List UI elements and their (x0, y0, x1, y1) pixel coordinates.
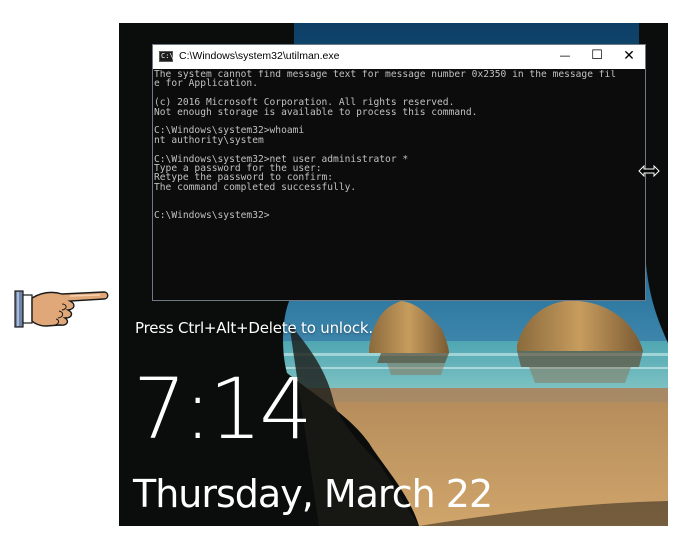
page: Press Ctrl+Alt+Delete to unlock. 7:14 Th… (0, 0, 682, 548)
clock-time: 7:14 (133, 360, 313, 458)
close-icon: ✕ (623, 48, 635, 64)
console-icon-label: C:\ (161, 52, 174, 60)
clock-date: Thursday, March 22 (133, 472, 493, 516)
console-line: Not enough storage is available to proce… (154, 106, 478, 118)
window-titlebar[interactable]: C:\ C:\Windows\system32\utilman.exe — ☐ … (153, 45, 645, 69)
minimize-button[interactable]: — (549, 45, 581, 69)
minimize-icon: — (559, 49, 571, 62)
pointing-hand-icon (14, 290, 109, 328)
console-line: e for Application. (154, 78, 258, 90)
console-output[interactable]: The system cannot find message text for … (154, 70, 644, 298)
console-icon[interactable]: C:\ (159, 51, 174, 62)
console-prompt[interactable]: C:\Windows\system32> (154, 210, 644, 220)
command-prompt-window[interactable]: C:\ C:\Windows\system32\utilman.exe — ☐ … (152, 44, 646, 301)
resize-horizontal-cursor-icon (638, 165, 660, 177)
console-line: The command completed successfully. (154, 181, 357, 193)
window-title: C:\Windows\system32\utilman.exe (179, 50, 340, 62)
close-button[interactable]: ✕ (613, 45, 645, 69)
console-line: nt authority\system (154, 134, 264, 146)
maximize-button[interactable]: ☐ (581, 45, 613, 69)
unlock-prompt: Press Ctrl+Alt+Delete to unlock. (135, 319, 373, 337)
maximize-icon: ☐ (591, 48, 603, 63)
lock-screen[interactable]: Press Ctrl+Alt+Delete to unlock. 7:14 Th… (119, 23, 668, 526)
